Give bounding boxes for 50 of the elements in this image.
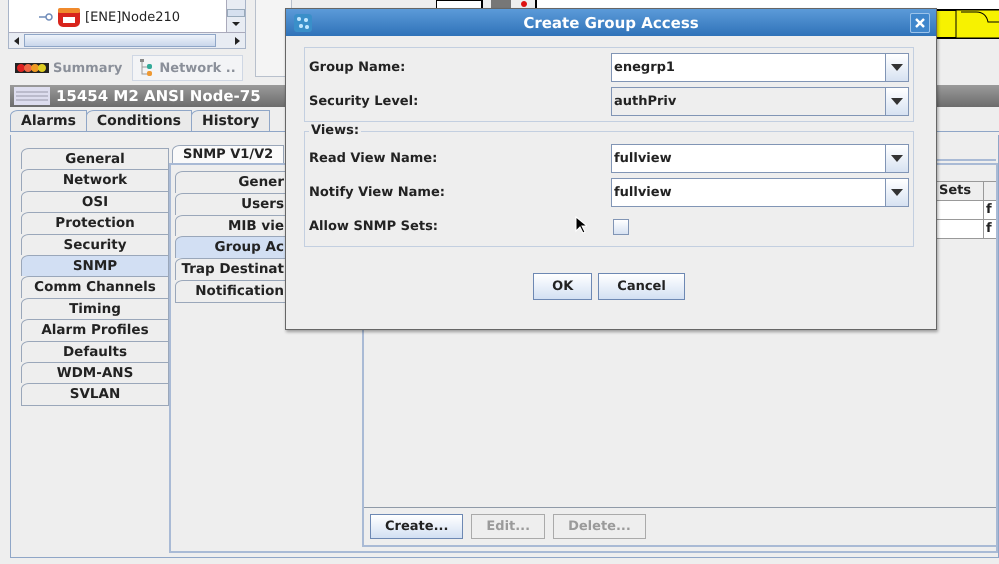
side-tab[interactable]: SVLAN: [21, 383, 169, 406]
field-label: Group Name:: [309, 60, 406, 75]
traffic-lights-icon: [15, 63, 49, 73]
right-arrow-icon[interactable]: [234, 36, 242, 46]
node-icon: [57, 6, 81, 28]
dropdown-arrow-icon: [891, 155, 903, 162]
dropdown-arrow-icon: [891, 98, 903, 105]
column-header: [983, 181, 996, 201]
side-tab[interactable]: Comm Channels: [21, 276, 169, 298]
checkbox[interactable]: [613, 218, 629, 234]
tab[interactable]: Conditions: [86, 110, 192, 131]
close-icon: [915, 18, 925, 28]
app-icon: [294, 14, 312, 32]
side-tab[interactable]: Network: [21, 169, 169, 191]
dropdown-field[interactable]: fullview: [611, 144, 909, 173]
side-tab[interactable]: Timing: [21, 298, 169, 320]
side-tab[interactable]: General: [21, 148, 169, 170]
action-button[interactable]: Create...: [370, 514, 464, 539]
tab[interactable]: History: [191, 110, 270, 131]
side-tab[interactable]: Protection: [21, 212, 169, 234]
dropdown-arrow-icon: [891, 189, 903, 196]
horizontal-scrollbar[interactable]: [9, 32, 245, 48]
side-tab[interactable]: WDM-ANS: [21, 362, 169, 384]
down-arrow-icon[interactable]: [231, 21, 241, 27]
dropdown-field[interactable]: enegrp1: [611, 53, 909, 82]
tab[interactable]: Alarms: [10, 110, 87, 131]
side-tab[interactable]: SNMP: [21, 254, 169, 276]
field-label: Security Level:: [309, 94, 418, 109]
dialog-button[interactable]: OK: [533, 273, 592, 300]
dialog-title: Create Group Access: [522, 14, 700, 32]
tree-item[interactable]: [ENE]Node210: [85, 10, 180, 24]
shelf-icon: [14, 87, 50, 105]
dropdown-field[interactable]: authPriv: [611, 87, 909, 116]
close-button[interactable]: [910, 12, 930, 32]
dropdown-arrow-icon: [891, 64, 903, 71]
side-tab[interactable]: Defaults: [21, 340, 169, 362]
side-tab[interactable]: Security: [21, 234, 169, 255]
left-arrow-icon[interactable]: [12, 36, 20, 46]
side-tab[interactable]: Alarm Profiles: [21, 319, 169, 341]
window-title: 15454 M2 ANSI Node-75: [56, 87, 261, 105]
dialog-button[interactable]: Cancel: [598, 273, 685, 300]
tab[interactable]: SNMP V1/V2: [172, 145, 284, 163]
side-tab[interactable]: OSI: [21, 190, 169, 212]
dropdown-field[interactable]: fullview: [611, 178, 909, 207]
table-cell: f: [983, 200, 996, 220]
tree-connector-icon: [39, 12, 53, 22]
field-label: Read View Name:: [309, 151, 438, 166]
vertical-scrollbar[interactable]: [226, 0, 245, 32]
mouse-pointer-icon: [575, 216, 587, 234]
table-cell: f: [983, 219, 996, 239]
